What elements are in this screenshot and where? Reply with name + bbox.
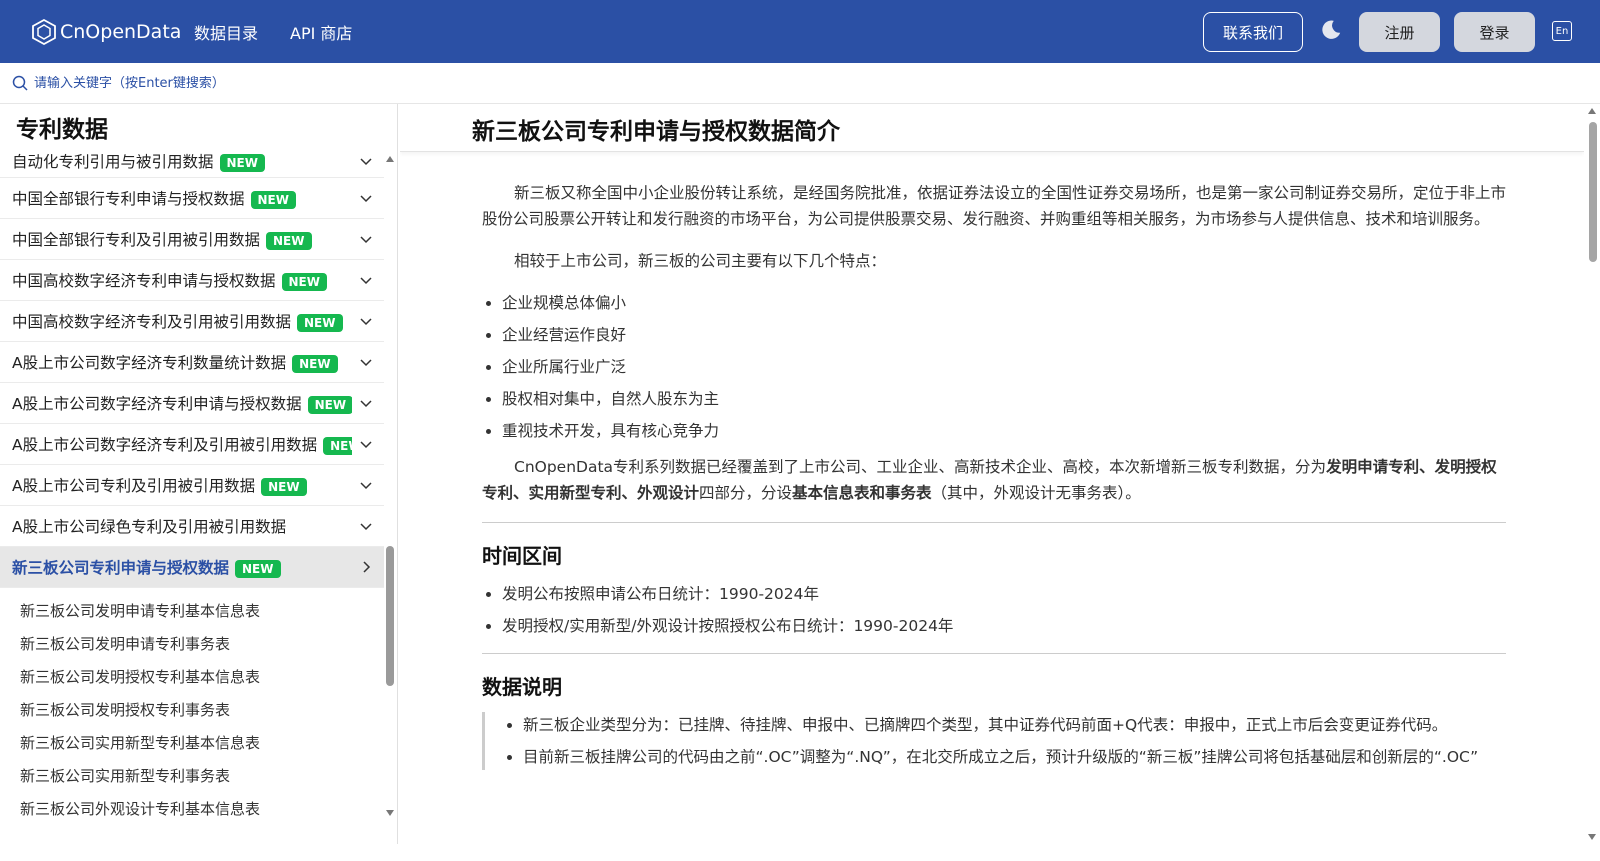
brand-logo[interactable]: CnOpenData — [32, 18, 194, 45]
search-input[interactable] — [34, 75, 434, 91]
sidebar-sub-item[interactable]: 新三板公司发明授权专利事务表 — [0, 693, 384, 726]
hexagon-logo-icon — [32, 18, 56, 45]
sidebar-item-label: 中国全部银行专利及引用被引用数据 NEW — [12, 228, 312, 250]
contact-us-button[interactable]: 联系我们 — [1203, 12, 1303, 52]
chevron-down-icon — [360, 277, 372, 285]
sidebar-item[interactable]: A股上市公司数字经济专利申请与授权数据 NEW — [0, 383, 384, 424]
sidebar-sub-item[interactable]: 新三板公司实用新型专利基本信息表 — [0, 726, 384, 759]
nav-api-store[interactable]: API 商店 — [290, 20, 352, 44]
moon-icon[interactable] — [1320, 19, 1342, 41]
data-description-heading: 数据说明 — [482, 675, 562, 699]
intro-paragraph: 新三板又称全国中小企业股份转让系统，是经国务院批准，依据证券法设立的全国性证券交… — [482, 184, 1507, 228]
sidebar-list: 自动化专利引用与被引用数据 NEW 中国全部银行专利申请与授权数据 NEW 中国全部… — [0, 144, 384, 844]
new-badge: NEW — [307, 396, 352, 414]
new-badge: NEW — [323, 437, 352, 455]
sidebar-scrollbar-thumb[interactable] — [386, 546, 394, 686]
login-button[interactable]: 登录 — [1454, 12, 1535, 52]
sidebar: 专利数据 自动化专利引用与被引用数据 NEW 中国全部银行专利申请与授权数据 NEW… — [0, 104, 398, 844]
list-item: 企业经营运作良好 — [502, 322, 1506, 348]
time-range-list: 发明公布按照申请公布日统计：1990-2024年 发明授权/实用新型/外观设计按… — [502, 581, 1506, 639]
sidebar-sub-item[interactable]: 新三板公司发明授权专利基本信息表 — [0, 660, 384, 693]
sidebar-title: 专利数据 — [16, 117, 108, 143]
chevron-down-icon — [360, 318, 372, 326]
sidebar-item[interactable]: A股上市公司绿色专利及引用被引用数据 — [0, 506, 384, 547]
scroll-down-arrow-icon[interactable] — [386, 810, 394, 816]
sidebar-sub-list: 新三板公司发明申请专利基本信息表 新三板公司发明申请专利事务表 新三板公司发明授… — [0, 588, 384, 825]
chevron-down-icon — [360, 482, 372, 490]
new-badge: NEW — [292, 355, 338, 373]
list-item: 股权相对集中，自然人股东为主 — [502, 386, 1506, 412]
main-header: 新三板公司专利申请与授权数据简介 — [400, 104, 1584, 152]
sidebar-item-label: A股上市公司数字经济专利申请与授权数据 NEW — [12, 392, 352, 414]
chevron-down-icon — [360, 400, 372, 408]
search-icon — [12, 75, 28, 91]
new-badge: NEW — [235, 560, 281, 578]
sidebar-item[interactable]: 自动化专利引用与被引用数据 NEW — [0, 144, 384, 178]
divider — [482, 653, 1506, 654]
list-item: 企业所属行业广泛 — [502, 354, 1506, 380]
chevron-down-icon — [360, 236, 372, 244]
sidebar-item-label: A股上市公司数字经济专利数量统计数据 NEW — [12, 351, 338, 373]
brand-name: CnOpenData — [60, 20, 182, 43]
sidebar-item[interactable]: A股上市公司数字经济专利数量统计数据 NEW — [0, 342, 384, 383]
scroll-up-arrow-icon[interactable] — [386, 156, 394, 162]
list-item: 企业规模总体偏小 — [502, 290, 1506, 316]
page-title: 新三板公司专利申请与授权数据简介 — [472, 119, 840, 145]
description-quote: 新三板企业类型分为：已挂牌、待挂牌、申报中、已摘牌四个类型，其中证券代码前面+Q… — [482, 712, 1506, 770]
divider — [482, 522, 1506, 523]
sidebar-item-label: 中国高校数字经济专利及引用被引用数据 NEW — [12, 310, 343, 332]
chevron-down-icon — [360, 157, 372, 165]
description-list: 新三板企业类型分为：已挂牌、待挂牌、申报中、已摘牌四个类型，其中证券代码前面+Q… — [523, 712, 1506, 770]
sidebar-item-label: 新三板公司专利申请与授权数据 NEW — [12, 556, 281, 578]
main-scrollbar-thumb[interactable] — [1589, 122, 1597, 262]
sidebar-item[interactable]: A股上市公司专利及引用被引用数据 NEW — [0, 465, 384, 506]
list-item: 新三板企业类型分为：已挂牌、待挂牌、申报中、已摘牌四个类型，其中证券代码前面+Q… — [523, 712, 1506, 738]
sidebar-sub-item[interactable]: 新三板公司发明申请专利事务表 — [0, 627, 384, 660]
sidebar-item-label: 中国高校数字经济专利申请与授权数据 NEW — [12, 269, 327, 291]
sidebar-sub-item[interactable]: 新三板公司外观设计专利基本信息表 — [0, 792, 384, 825]
new-badge: NEW — [261, 478, 307, 496]
chevron-down-icon — [360, 523, 372, 531]
sidebar-sub-item[interactable]: 新三板公司发明申请专利基本信息表 — [0, 594, 384, 627]
sidebar-item[interactable]: 中国高校数字经济专利申请与授权数据 NEW — [0, 260, 384, 301]
sidebar-item-active[interactable]: 新三板公司专利申请与授权数据 NEW — [0, 547, 384, 588]
top-navbar: CnOpenData 数据目录 API 商店 联系我们 注册 登录 En — [0, 0, 1600, 63]
new-badge: NEW — [281, 273, 327, 291]
sidebar-item[interactable]: 中国全部银行专利及引用被引用数据 NEW — [0, 219, 384, 260]
main-content: 新三板公司专利申请与授权数据简介 新三板又称全国中小企业股份转让系统，是经国务院… — [400, 104, 1584, 844]
new-badge: NEW — [266, 232, 312, 250]
new-badge: NEW — [297, 314, 343, 332]
sidebar-item[interactable]: A股上市公司数字经济专利及引用被引用数据NEW — [0, 424, 384, 465]
chevron-right-icon — [363, 561, 371, 573]
sidebar-item[interactable]: 中国全部银行专利申请与授权数据 NEW — [0, 178, 384, 219]
coverage-paragraph: CnOpenData专利系列数据已经覆盖到了上市公司、工业企业、高新技术企业、高… — [482, 458, 1497, 502]
list-item: 重视技术开发，具有核心竞争力 — [502, 418, 1506, 444]
sidebar-item-label: A股上市公司绿色专利及引用被引用数据 — [12, 518, 287, 536]
list-item: 发明公布按照申请公布日统计：1990-2024年 — [502, 581, 1506, 607]
sidebar-item-label: A股上市公司专利及引用被引用数据 NEW — [12, 474, 307, 496]
search-bar — [0, 63, 1600, 104]
chevron-down-icon — [360, 441, 372, 449]
chevron-down-icon — [360, 359, 372, 367]
chevron-down-icon — [360, 195, 372, 203]
language-toggle[interactable]: En — [1552, 21, 1572, 41]
features-intro: 相较于上市公司，新三板的公司主要有以下几个特点： — [514, 252, 887, 270]
nav-data-catalog[interactable]: 数据目录 — [194, 20, 258, 44]
time-range-heading: 时间区间 — [482, 544, 562, 568]
new-badge: NEW — [219, 153, 265, 172]
new-badge: NEW — [250, 191, 296, 209]
sidebar-item[interactable]: 中国高校数字经济专利及引用被引用数据 NEW — [0, 301, 384, 342]
register-button[interactable]: 注册 — [1359, 12, 1440, 52]
sidebar-sub-item[interactable]: 新三板公司实用新型专利事务表 — [0, 759, 384, 792]
features-list: 企业规模总体偏小 企业经营运作良好 企业所属行业广泛 股权相对集中，自然人股东为… — [502, 290, 1506, 444]
main-scroll-down-arrow-icon[interactable] — [1588, 834, 1596, 840]
article: 新三板又称全国中小企业股份转让系统，是经国务院批准，依据证券法设立的全国性证券交… — [482, 180, 1506, 780]
main-scroll-up-arrow-icon[interactable] — [1588, 108, 1596, 114]
sidebar-item-label: 自动化专利引用与被引用数据 NEW — [12, 150, 265, 172]
sidebar-item-label: A股上市公司数字经济专利及引用被引用数据NEW — [12, 433, 352, 455]
list-item: 发明授权/实用新型/外观设计按照授权公布日统计：1990-2024年 — [502, 613, 1506, 639]
sidebar-item-label: 中国全部银行专利申请与授权数据 NEW — [12, 187, 296, 209]
list-item: 目前新三板挂牌公司的代码由之前“.OC”调整为“.NQ”，在北交所成立之后，预计… — [523, 744, 1506, 770]
